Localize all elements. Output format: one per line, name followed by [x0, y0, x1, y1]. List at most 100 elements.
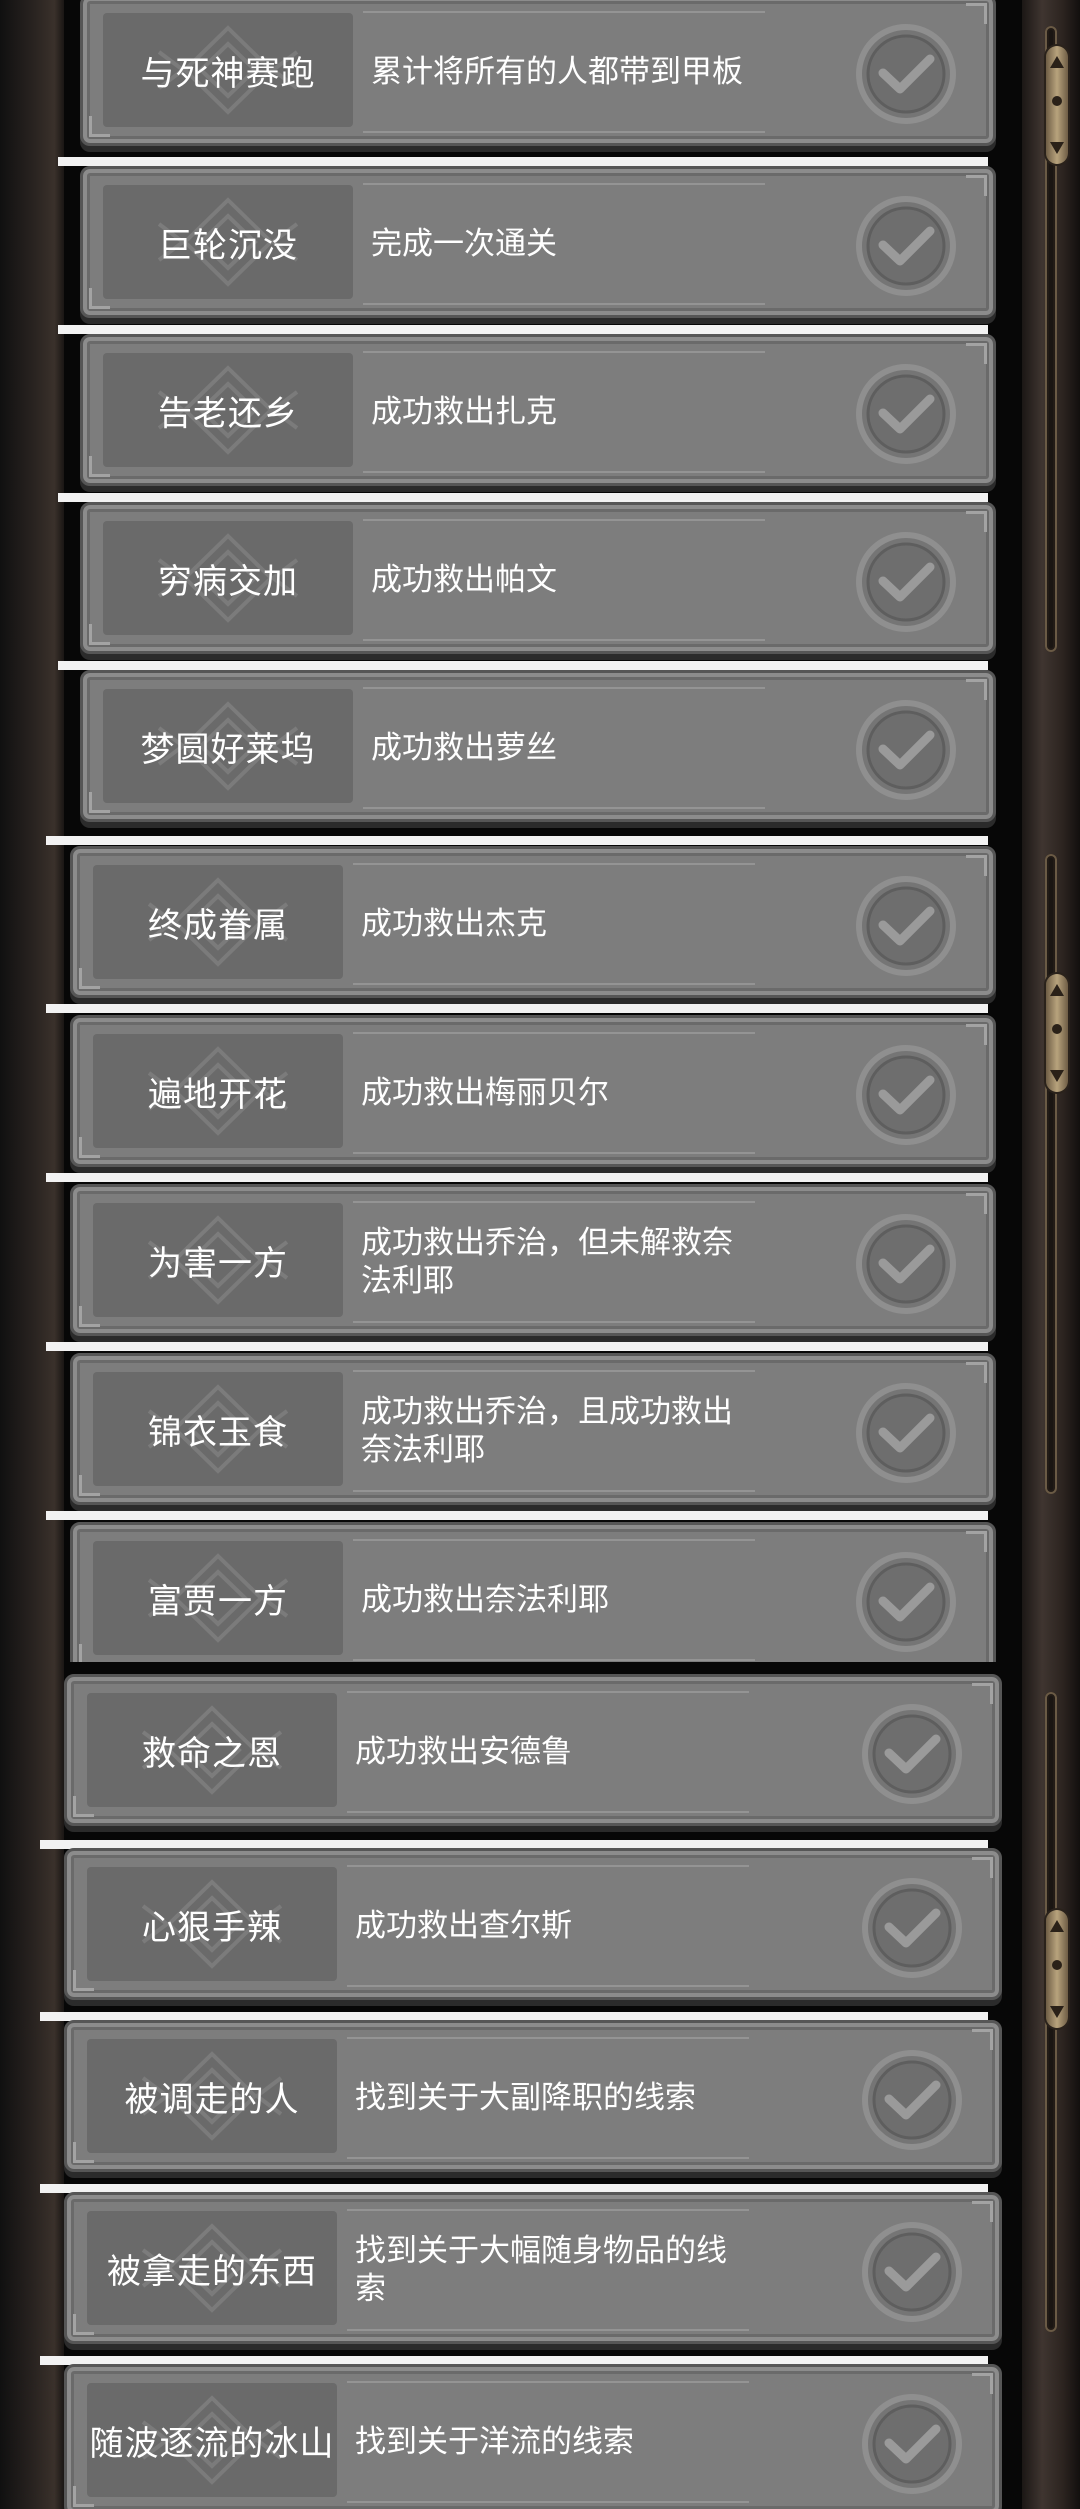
achievement-description-box: 成功救出梅丽贝尔	[353, 1032, 755, 1154]
achievement-description: 成功救出萝丝	[371, 730, 557, 766]
achievement-title-box: 穷病交加	[103, 521, 353, 635]
achievement-title-box: 与死神赛跑	[103, 13, 353, 127]
achievement-title: 被拿走的东西	[107, 2251, 317, 2292]
achievement-title: 穷病交加	[158, 561, 298, 602]
scrollbar-frame	[1022, 0, 1080, 828]
achievement-title: 为害一方	[148, 1243, 288, 1284]
achievement-title: 救命之恩	[142, 1733, 282, 1774]
achievement-title-box: 告老还乡	[103, 353, 353, 467]
separator	[58, 493, 988, 502]
achievement-title: 巨轮沉没	[158, 225, 298, 266]
achievement-title: 富贾一方	[148, 1581, 288, 1622]
scrollbar-frame	[1022, 1662, 1080, 2509]
achievement-description: 成功救出梅丽贝尔	[361, 1075, 609, 1111]
achievement-card[interactable]: 与死神赛跑 累计将所有的人都带到甲板	[80, 0, 996, 146]
achievement-title: 与死神赛跑	[140, 53, 316, 94]
separator	[46, 1173, 988, 1182]
check-circle-icon	[859, 1701, 965, 1807]
achievement-card[interactable]: 穷病交加 成功救出帕文	[80, 502, 996, 654]
scrollbar-thumb[interactable]	[1046, 46, 1068, 164]
achievement-description-box: 成功救出奈法利耶	[353, 1539, 755, 1661]
scrollbar-thumb[interactable]	[1046, 974, 1068, 1092]
panel-left-edge	[0, 0, 64, 828]
achievement-card[interactable]: 梦圆好莱坞 成功救出萝丝	[80, 670, 996, 822]
achievement-description: 成功救出奈法利耶	[361, 1582, 609, 1618]
achievement-card[interactable]: 被调走的人 找到关于大副降职的线索	[64, 2020, 1002, 2172]
achievement-card[interactable]: 终成眷属 成功救出杰克	[70, 846, 996, 998]
check-circle-icon	[853, 21, 959, 127]
achievement-description-box: 成功救出安德鲁	[347, 1691, 749, 1813]
achievement-card[interactable]: 被拿走的东西 找到关于大幅随身物品的线索	[64, 2192, 1002, 2344]
achievement-title-box: 富贾一方	[93, 1541, 343, 1655]
scrollbar-frame	[1022, 828, 1080, 1662]
scroll-grip-icon	[1052, 1024, 1062, 1034]
achievement-card[interactable]: 锦衣玉食 成功救出乔治，且成功救出奈法利耶	[70, 1353, 996, 1505]
achievement-description: 成功救出乔治，但未解救奈法利耶	[361, 1225, 733, 1299]
achievement-description: 完成一次通关	[371, 226, 557, 262]
achievement-title: 遍地开花	[148, 1074, 288, 1115]
achievement-description-box: 成功救出乔治，但未解救奈法利耶	[353, 1201, 755, 1323]
scroll-up-arrow-icon	[1050, 56, 1064, 68]
achievement-description-box: 成功救出帕文	[363, 519, 765, 641]
achievement-description: 成功救出安德鲁	[355, 1734, 572, 1770]
achievement-card[interactable]: 告老还乡 成功救出扎克	[80, 334, 996, 486]
achievement-title-box: 巨轮沉没	[103, 185, 353, 299]
screenshot-panel-2: 终成眷属 成功救出杰克 遍地开花 成功救出梅丽贝尔 为害一方 成功救出乔治，但未解救奈…	[0, 828, 1080, 1662]
achievement-description: 找到关于大幅随身物品的线索	[355, 2233, 727, 2307]
check-circle-icon	[859, 2219, 965, 2325]
achievement-title-box: 救命之恩	[87, 1693, 337, 1807]
achievement-card[interactable]: 为害一方 成功救出乔治，但未解救奈法利耶	[70, 1184, 996, 1336]
achievement-title: 梦圆好莱坞	[140, 729, 316, 770]
achievement-card[interactable]: 富贾一方 成功救出奈法利耶	[70, 1522, 996, 1662]
panel-left-edge	[0, 828, 64, 1662]
separator	[58, 157, 988, 166]
scrollbar-track[interactable]	[1045, 854, 1057, 1494]
achievement-description-box: 成功救出查尔斯	[347, 1865, 749, 1987]
achievement-description: 成功救出查尔斯	[355, 1908, 572, 1944]
check-circle-icon	[853, 1380, 959, 1486]
separator	[46, 1342, 988, 1351]
achievement-title: 锦衣玉食	[148, 1412, 288, 1453]
scroll-up-arrow-icon	[1050, 1920, 1064, 1932]
achievement-card[interactable]: 随波逐流的冰山 找到关于洋流的线索	[64, 2364, 1002, 2509]
achievement-description-box: 成功救出扎克	[363, 351, 765, 473]
achievement-description-box: 找到关于大幅随身物品的线索	[347, 2209, 749, 2331]
scroll-down-arrow-icon	[1050, 1070, 1064, 1082]
scroll-up-arrow-icon	[1050, 984, 1064, 996]
achievement-card[interactable]: 巨轮沉没 完成一次通关	[80, 166, 996, 318]
achievement-description-box: 找到关于大副降职的线索	[347, 2037, 749, 2159]
scroll-down-arrow-icon	[1050, 142, 1064, 154]
achievement-card[interactable]: 救命之恩 成功救出安德鲁	[64, 1674, 1002, 1826]
scrollbar-thumb[interactable]	[1046, 1910, 1068, 2028]
achievement-title: 被调走的人	[124, 2079, 300, 2120]
separator	[58, 661, 988, 670]
achievement-description: 累计将所有的人都带到甲板	[371, 54, 743, 90]
check-circle-icon	[853, 529, 959, 635]
achievement-description-box: 成功救出萝丝	[363, 687, 765, 809]
scroll-grip-icon	[1052, 96, 1062, 106]
check-circle-icon	[853, 193, 959, 299]
separator	[46, 836, 988, 845]
achievement-title: 随波逐流的冰山	[89, 2423, 335, 2464]
separator	[46, 1511, 988, 1520]
separator	[46, 1004, 988, 1013]
achievement-description: 成功救出扎克	[371, 394, 557, 430]
check-circle-icon	[853, 697, 959, 803]
achievement-description: 找到关于大副降职的线索	[355, 2080, 696, 2116]
achievement-title-box: 心狠手辣	[87, 1867, 337, 1981]
check-circle-icon	[853, 873, 959, 979]
check-circle-icon	[859, 2047, 965, 2153]
achievement-title-box: 锦衣玉食	[93, 1372, 343, 1486]
achievement-title-box: 随波逐流的冰山	[87, 2383, 337, 2497]
check-circle-icon	[853, 1042, 959, 1148]
achievement-title-box: 梦圆好莱坞	[103, 689, 353, 803]
achievement-description: 找到关于洋流的线索	[355, 2424, 634, 2460]
achievement-title-box: 被调走的人	[87, 2039, 337, 2153]
achievement-title-box: 遍地开花	[93, 1034, 343, 1148]
achievement-title: 告老还乡	[158, 393, 298, 434]
achievement-description-box: 累计将所有的人都带到甲板	[363, 11, 765, 133]
achievement-card[interactable]: 心狠手辣 成功救出查尔斯	[64, 1848, 1002, 2000]
achievement-title: 终成眷属	[148, 905, 288, 946]
achievement-card[interactable]: 遍地开花 成功救出梅丽贝尔	[70, 1015, 996, 1167]
check-circle-icon	[859, 1875, 965, 1981]
